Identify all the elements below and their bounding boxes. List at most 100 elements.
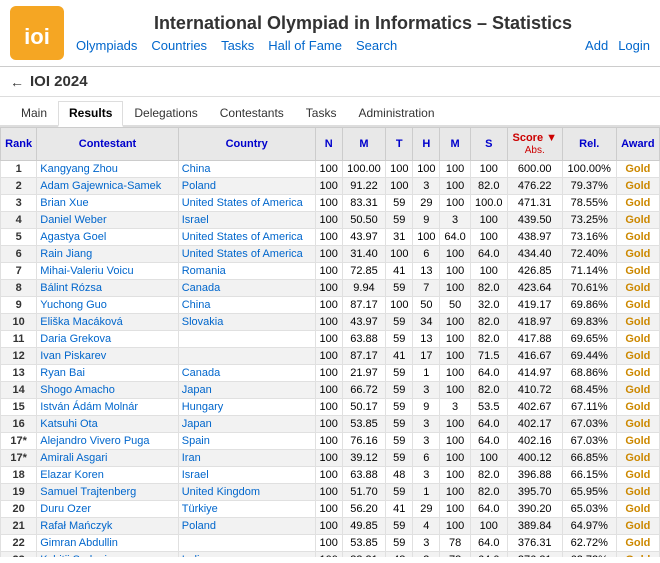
tab-administration[interactable]: Administration [347, 101, 445, 125]
contestant-cell[interactable]: Shogo Amacho [37, 382, 178, 399]
country-cell[interactable]: Israel [178, 212, 315, 229]
country-cell[interactable]: Iran [178, 450, 315, 467]
nav-add[interactable]: Add [585, 38, 608, 53]
nav-countries[interactable]: Countries [151, 38, 207, 53]
nav-search[interactable]: Search [356, 38, 397, 53]
score-cell: 100 [315, 229, 342, 246]
contestant-cell[interactable]: Alejandro Vivero Puga [37, 433, 178, 450]
score-cell: 100 [440, 314, 470, 331]
col-rank[interactable]: Rank [1, 128, 37, 161]
contestant-cell[interactable]: Kshitij Sodani [37, 552, 178, 558]
contestant-cell[interactable]: Bálint Rózsa [37, 280, 178, 297]
contestant-cell[interactable]: Rafał Mańczyk [37, 518, 178, 535]
award-cell: Gold [616, 229, 659, 246]
score-cell: 395.70 [507, 484, 562, 501]
contestant-cell[interactable]: Kangyang Zhou [37, 161, 178, 178]
country-cell[interactable]: United States of America [178, 246, 315, 263]
col-n[interactable]: N [315, 128, 342, 161]
contestant-cell[interactable]: Brian Xue [37, 195, 178, 212]
score-cell: 11 [1, 331, 37, 348]
col-award[interactable]: Award [616, 128, 659, 161]
country-cell[interactable]: Canada [178, 365, 315, 382]
award-cell: Gold [616, 399, 659, 416]
country-cell[interactable]: Canada [178, 280, 315, 297]
nav-halloffame[interactable]: Hall of Fame [268, 38, 342, 53]
score-cell: 10 [1, 314, 37, 331]
score-cell: 69.86% [562, 297, 616, 314]
nav-olympiads[interactable]: Olympiads [76, 38, 137, 53]
col-contestant[interactable]: Contestant [37, 128, 178, 161]
page-title: IOI 2024 [30, 73, 88, 90]
country-cell[interactable]: United States of America [178, 229, 315, 246]
contestant-cell[interactable]: Agastya Goel [37, 229, 178, 246]
header: ioi International Olympiad in Informatic… [0, 0, 660, 67]
score-cell: 100 [315, 365, 342, 382]
score-cell: 100 [315, 399, 342, 416]
country-cell[interactable]: Poland [178, 178, 315, 195]
country-cell[interactable]: China [178, 161, 315, 178]
country-cell[interactable]: United States of America [178, 195, 315, 212]
contestant-cell[interactable]: Eliška Macáková [37, 314, 178, 331]
score-cell: 16 [1, 416, 37, 433]
country-cell[interactable] [178, 348, 315, 365]
contestant-cell[interactable]: Yuchong Guo [37, 297, 178, 314]
country-cell[interactable]: Japan [178, 416, 315, 433]
contestant-cell[interactable]: Elazar Koren [37, 467, 178, 484]
score-cell: 50 [413, 297, 440, 314]
table-row: 18Elazar KorenIsrael10063.8848310082.039… [1, 467, 660, 484]
contestant-cell[interactable]: Amirali Asgari [37, 450, 178, 467]
col-m2[interactable]: M [440, 128, 470, 161]
contestant-cell[interactable]: Duru Ozer [37, 501, 178, 518]
country-cell[interactable]: India [178, 552, 315, 558]
contestant-cell[interactable]: Gimran Abdullin [37, 535, 178, 552]
score-cell: 100 [470, 450, 507, 467]
award-cell: Gold [616, 178, 659, 195]
nav-login[interactable]: Login [618, 38, 650, 53]
tab-results[interactable]: Results [58, 101, 123, 127]
country-cell[interactable] [178, 331, 315, 348]
country-cell[interactable]: Poland [178, 518, 315, 535]
country-cell[interactable]: Israel [178, 467, 315, 484]
contestant-cell[interactable]: Ivan Piskarev [37, 348, 178, 365]
contestant-cell[interactable]: Mihai-Valeriu Voicu [37, 263, 178, 280]
nav-tasks[interactable]: Tasks [221, 38, 254, 53]
col-country[interactable]: Country [178, 128, 315, 161]
col-t[interactable]: T [386, 128, 413, 161]
country-cell[interactable]: Romania [178, 263, 315, 280]
col-score-abs[interactable]: Score ▼Abs. [507, 128, 562, 161]
contestant-cell[interactable]: Katsuhi Ota [37, 416, 178, 433]
score-cell: 600.00 [507, 161, 562, 178]
score-cell: 6 [1, 246, 37, 263]
country-cell[interactable]: Türkiye [178, 501, 315, 518]
country-cell[interactable]: United Kingdom [178, 484, 315, 501]
contestant-cell[interactable]: István Ádám Molnár [37, 399, 178, 416]
table-row: 15István Ádám MolnárHungary10050.1759935… [1, 399, 660, 416]
contestant-cell[interactable]: Rain Jiang [37, 246, 178, 263]
tab-tasks[interactable]: Tasks [295, 101, 348, 125]
col-m[interactable]: M [342, 128, 385, 161]
country-cell[interactable]: China [178, 297, 315, 314]
col-s[interactable]: S [470, 128, 507, 161]
contestant-cell[interactable]: Daniel Weber [37, 212, 178, 229]
contestant-cell[interactable]: Samuel Trajtenberg [37, 484, 178, 501]
tab-contestants[interactable]: Contestants [209, 101, 295, 125]
country-cell[interactable]: Japan [178, 382, 315, 399]
country-cell[interactable] [178, 535, 315, 552]
country-cell[interactable]: Spain [178, 433, 315, 450]
col-score-rel[interactable]: Rel. [562, 128, 616, 161]
table-container[interactable]: Rank Contestant Country N M T H M S Scor… [0, 127, 660, 557]
score-cell: 6 [413, 246, 440, 263]
tab-delegations[interactable]: Delegations [123, 101, 208, 125]
score-cell: 416.67 [507, 348, 562, 365]
contestant-cell[interactable]: Daria Grekova [37, 331, 178, 348]
col-h[interactable]: H [413, 128, 440, 161]
contestant-cell[interactable]: Ryan Bai [37, 365, 178, 382]
score-cell: 43.97 [342, 314, 385, 331]
award-cell: Gold [616, 416, 659, 433]
back-button[interactable]: ← [10, 74, 24, 90]
country-cell[interactable]: Hungary [178, 399, 315, 416]
country-cell[interactable]: Slovakia [178, 314, 315, 331]
tab-main[interactable]: Main [10, 101, 58, 125]
score-cell: 100 [315, 212, 342, 229]
contestant-cell[interactable]: Adam Gajewnica-Samek [37, 178, 178, 195]
